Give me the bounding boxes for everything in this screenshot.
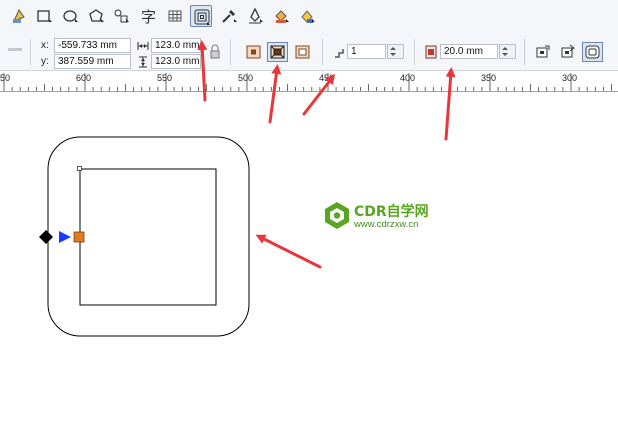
contour-corners-button[interactable]	[532, 42, 553, 62]
logo-mark-icon	[325, 202, 349, 229]
fill-tool-icon[interactable]	[270, 5, 292, 27]
separator	[524, 39, 525, 65]
x-label: x:	[41, 40, 49, 51]
grip-handle[interactable]	[8, 48, 22, 51]
separator	[414, 39, 415, 65]
y-label: y:	[41, 56, 49, 67]
text-tool-icon[interactable]: 字	[138, 5, 160, 27]
basic-shapes-icon[interactable]	[110, 5, 132, 27]
x-position-field[interactable]: -559.733 mm	[54, 38, 131, 53]
contour-offset-handle[interactable]	[73, 231, 85, 243]
horizontal-ruler[interactable]: 50 600 550 500 450 400 350 300	[0, 71, 618, 92]
ruler-label: 600	[76, 73, 92, 83]
contour-color-button[interactable]	[557, 42, 578, 62]
height-icon	[137, 55, 149, 68]
contour-start-handle[interactable]	[39, 230, 53, 244]
ruler-label: 400	[400, 73, 416, 83]
steps-spinner[interactable]	[387, 44, 404, 59]
toolbox: 字	[0, 0, 618, 35]
height-field[interactable]: 123.0 mm	[151, 54, 201, 69]
table-tool-icon[interactable]	[164, 5, 186, 27]
ruler-label: 550	[157, 73, 173, 83]
separator	[322, 39, 323, 65]
watermark-url: www.cdrzxw.cn	[354, 219, 419, 230]
rectangle-tool-icon[interactable]	[33, 5, 55, 27]
contour-steps-field[interactable]: 1	[347, 44, 386, 59]
polygon-tool-icon[interactable]	[85, 5, 107, 27]
contour-steps-icon	[333, 45, 347, 59]
offset-spinner[interactable]	[499, 44, 516, 59]
y-position-field[interactable]: 387.559 mm	[54, 54, 131, 69]
contour-offset-icon	[424, 44, 438, 60]
ruler-ticks	[3, 73, 612, 91]
fill-pick-icon[interactable]	[8, 5, 30, 27]
property-bar: x: -559.733 mm y: 387.559 mm 123.0 mm 12…	[0, 34, 618, 71]
outside-contour-button[interactable]	[292, 42, 313, 62]
inner-rectangle[interactable]	[79, 168, 217, 306]
ruler-label: 450	[319, 73, 335, 83]
lock-ratio-icon[interactable]	[208, 44, 222, 60]
outline-pen-icon[interactable]	[244, 5, 266, 27]
watermark-logo: CDR自学网 www.cdrzxw.cn	[322, 198, 442, 236]
text-tool-glyph: 字	[141, 8, 157, 26]
contour-offset-field[interactable]: 20.0 mm	[440, 44, 498, 59]
contour-direction-arrow	[59, 231, 71, 243]
ruler-label: 300	[562, 73, 578, 83]
drawing-canvas[interactable]: CDR自学网 www.cdrzxw.cn	[0, 92, 618, 431]
round-corners-button[interactable]	[582, 42, 603, 62]
width-field[interactable]: 123.0 mm	[151, 38, 201, 53]
separator	[30, 39, 31, 65]
inside-contour-button[interactable]	[267, 42, 288, 62]
interactive-fill-icon[interactable]	[296, 5, 318, 27]
separator	[230, 39, 231, 65]
to-center-button[interactable]	[243, 42, 264, 62]
ruler-label: 50	[0, 73, 11, 83]
ruler-label: 350	[481, 73, 497, 83]
contour-tool-icon[interactable]	[190, 5, 212, 27]
eyedropper-icon[interactable]	[218, 5, 240, 27]
width-icon	[137, 39, 149, 51]
selection-node[interactable]	[77, 166, 82, 171]
ellipse-tool-icon[interactable]	[59, 5, 81, 27]
ruler-label: 500	[238, 73, 254, 83]
watermark-brand: CDR自学网	[354, 204, 429, 220]
